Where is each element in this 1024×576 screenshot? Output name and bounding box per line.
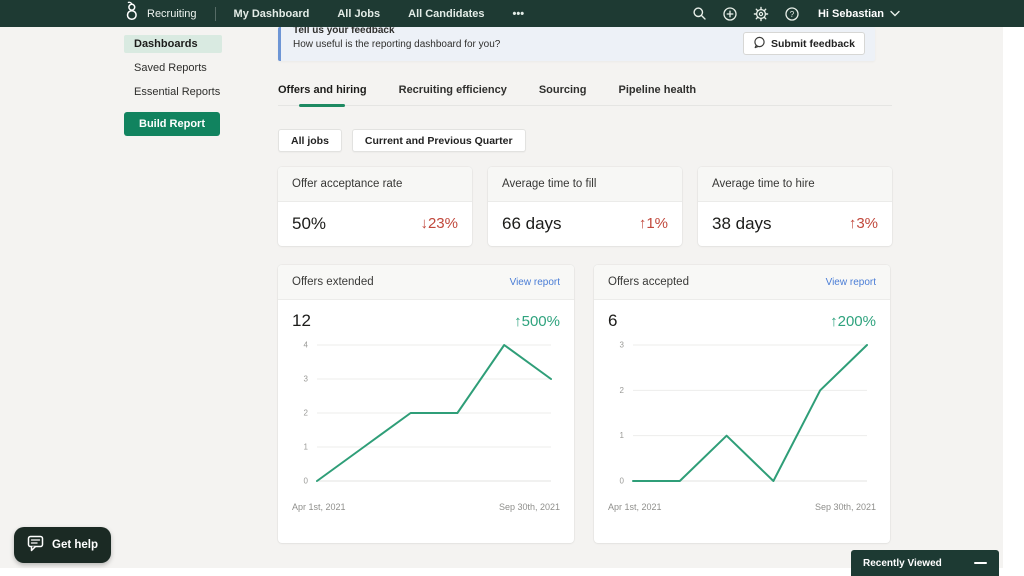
top-nav: Recruiting My Dashboard All Jobs All Can…	[0, 0, 1024, 27]
brand[interactable]: Recruiting	[124, 1, 197, 26]
chart-trend: ↑200%	[830, 313, 876, 330]
gear-icon[interactable]	[753, 6, 769, 22]
tab-offers-and-hiring[interactable]: Offers and hiring	[278, 84, 367, 96]
svg-text:0: 0	[304, 477, 309, 486]
offers-extended-line-chart: 0 1 2 3 4	[293, 335, 559, 501]
svg-text:3: 3	[304, 375, 309, 384]
chart-total: 6	[608, 311, 617, 331]
feedback-bubble-icon	[753, 36, 766, 52]
svg-text:2: 2	[620, 386, 625, 395]
nav-divider	[215, 7, 216, 21]
get-help-button[interactable]: Get help	[14, 527, 111, 563]
chart-cards: Offers extended View report 12 ↑500% 012…	[278, 265, 890, 543]
report-tabs: Offers and hiring Recruiting efficiency …	[278, 84, 892, 106]
x-axis-start-label: Apr 1st, 2021	[608, 502, 662, 512]
tab-recruiting-efficiency[interactable]: Recruiting efficiency	[399, 84, 507, 96]
x-axis-end-label: Sep 30th, 2021	[815, 502, 876, 512]
metric-label: Offer acceptance rate	[278, 167, 472, 202]
nav-item-my-dashboard[interactable]: My Dashboard	[234, 8, 310, 20]
chat-bubble-icon	[27, 535, 45, 555]
user-greeting: Hi Sebastian	[818, 8, 884, 20]
nav-icons: ?	[692, 6, 800, 22]
sidebar-item-dashboards[interactable]: Dashboards	[124, 35, 222, 53]
metric-cards: Offer acceptance rate 50% ↓23% Average t…	[278, 167, 892, 246]
filter-row: All jobs Current and Previous Quarter	[278, 129, 526, 152]
metric-label: Average time to fill	[488, 167, 682, 202]
metric-card-offer-acceptance: Offer acceptance rate 50% ↓23%	[278, 167, 472, 246]
submit-feedback-button[interactable]: Submit feedback	[743, 32, 865, 55]
user-menu[interactable]: Hi Sebastian	[818, 8, 900, 20]
nav-overflow-menu[interactable]: •••	[513, 8, 525, 20]
svg-text:1: 1	[304, 443, 309, 452]
metric-card-time-to-fill: Average time to fill 66 days ↑1%	[488, 167, 682, 246]
tab-pipeline-health[interactable]: Pipeline health	[619, 84, 697, 96]
submit-feedback-label: Submit feedback	[771, 38, 855, 50]
filter-date-range[interactable]: Current and Previous Quarter	[352, 129, 526, 152]
chart-card-offers-accepted: Offers accepted View report 6 ↑200% 0 1 2 3…	[594, 265, 890, 543]
metric-value: 66 days	[502, 214, 562, 234]
minimize-icon[interactable]	[974, 562, 987, 564]
metric-trend: ↑3%	[849, 215, 878, 232]
get-help-label: Get help	[52, 539, 98, 551]
metric-value: 50%	[292, 214, 326, 234]
chart-total: 12	[292, 311, 311, 331]
svg-text:2: 2	[304, 409, 309, 418]
recently-viewed-tray[interactable]: Recently Viewed	[851, 550, 999, 576]
metric-card-time-to-hire: Average time to hire 38 days ↑3%	[698, 167, 892, 246]
help-icon[interactable]: ?	[784, 6, 800, 22]
chart-title: Offers accepted	[608, 276, 689, 288]
svg-text:0: 0	[620, 477, 625, 486]
tab-sourcing[interactable]: Sourcing	[539, 84, 587, 96]
svg-text:3: 3	[620, 341, 625, 350]
add-icon[interactable]	[722, 6, 738, 22]
svg-text:1: 1	[620, 431, 625, 440]
view-report-link[interactable]: View report	[826, 277, 876, 288]
chevron-down-icon	[890, 8, 900, 20]
metric-label: Average time to hire	[698, 167, 892, 202]
sidebar-item-essential-reports[interactable]: Essential Reports	[124, 83, 222, 101]
chart-trend: ↑500%	[514, 313, 560, 330]
svg-text:4: 4	[304, 341, 309, 350]
x-axis-start-label: Apr 1st, 2021	[292, 502, 346, 512]
search-icon[interactable]	[692, 6, 707, 21]
recently-viewed-label: Recently Viewed	[863, 558, 942, 569]
feedback-banner: Tell us your feedback How useful is the …	[278, 27, 875, 61]
chart-title: Offers extended	[292, 276, 374, 288]
offers-accepted-line-chart: 0 1 2 3	[609, 335, 875, 501]
metric-trend: ↑1%	[639, 215, 668, 232]
nav-item-all-candidates[interactable]: All Candidates	[408, 8, 484, 20]
nav-item-all-jobs[interactable]: All Jobs	[337, 8, 380, 20]
chart-card-offers-extended: Offers extended View report 12 ↑500% 012…	[278, 265, 574, 543]
greenhouse-logo-icon	[124, 1, 139, 26]
view-report-link[interactable]: View report	[510, 277, 560, 288]
sidebar-item-saved-reports[interactable]: Saved Reports	[124, 59, 222, 77]
svg-text:?: ?	[790, 10, 795, 19]
app-window: Recruiting My Dashboard All Jobs All Can…	[0, 0, 1024, 576]
build-report-button[interactable]: Build Report	[124, 112, 220, 136]
x-axis-end-label: Sep 30th, 2021	[499, 502, 560, 512]
metric-value: 38 days	[712, 214, 772, 234]
metric-trend: ↓23%	[420, 215, 458, 232]
nav-menu: My Dashboard All Jobs All Candidates •••	[234, 8, 525, 20]
filter-all-jobs[interactable]: All jobs	[278, 129, 342, 152]
brand-label: Recruiting	[147, 8, 197, 20]
sidebar: Dashboards Saved Reports Essential Repor…	[124, 35, 222, 107]
main-content: Tell us your feedback How useful is the …	[278, 27, 893, 61]
